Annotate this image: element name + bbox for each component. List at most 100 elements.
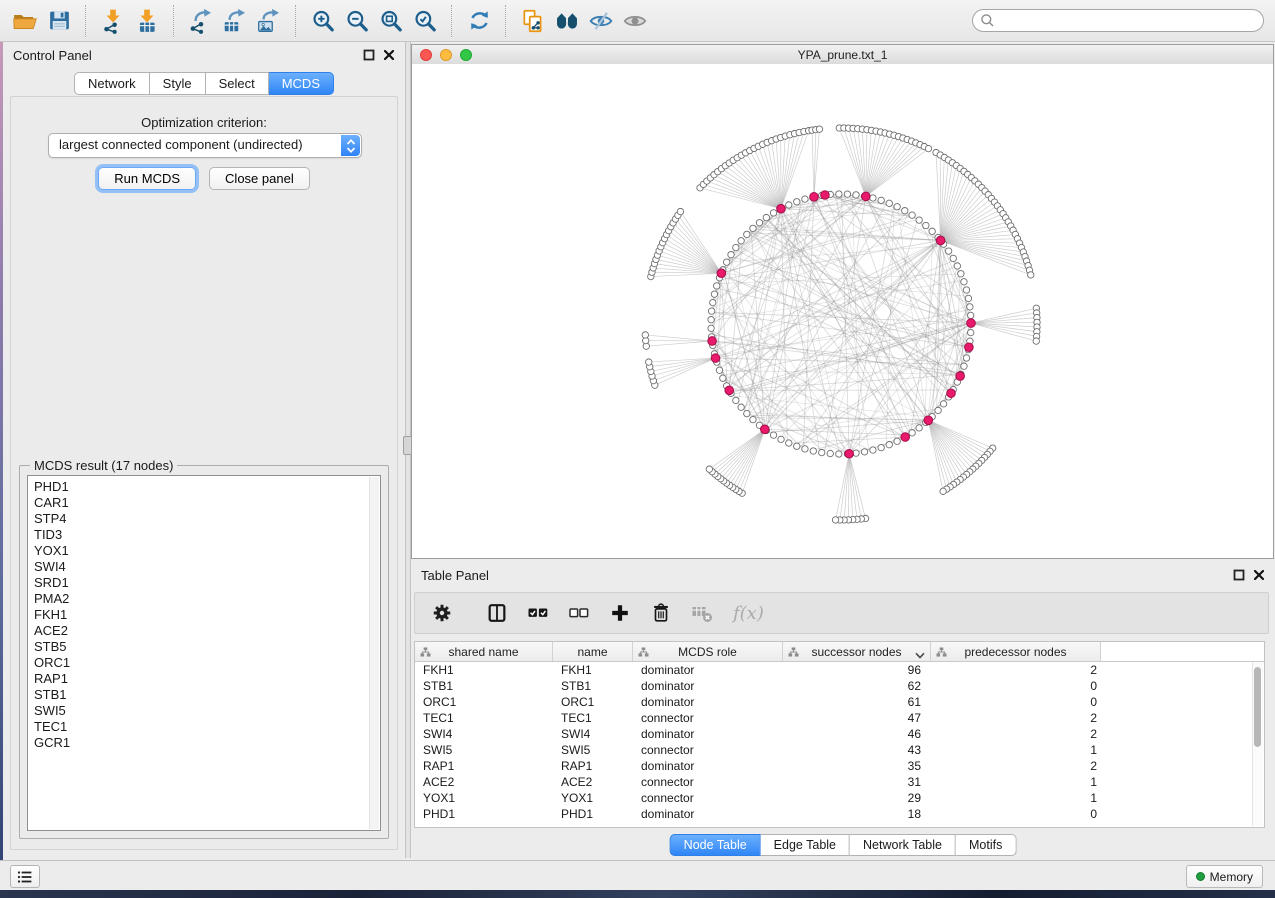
mcds-result-list[interactable]: PHD1 CAR1 STP4 TID3 YOX1 SWI4 SRD1 PMA2: [27, 475, 381, 831]
cell-shared-name[interactable]: RAP1: [415, 758, 553, 774]
float-panel-icon[interactable]: [363, 49, 375, 61]
cell-shared-name[interactable]: YOX1: [415, 790, 553, 806]
table-row[interactable]: SWI4 SWI4 dominator 46 2: [415, 726, 1264, 742]
cell-mcds-role[interactable]: dominator: [633, 806, 783, 822]
cell-name[interactable]: ORC1: [553, 694, 633, 710]
add-column-button[interactable]: [607, 600, 633, 626]
table-panel-tab[interactable]: Node Table: [670, 834, 761, 856]
control-panel-tab[interactable]: MCDS: [269, 72, 334, 95]
cell-shared-name[interactable]: STB1: [415, 678, 553, 694]
cell-mcds-role[interactable]: dominator: [633, 758, 783, 774]
mcds-result-item[interactable]: PMA2: [34, 591, 380, 607]
cell-mcds-role[interactable]: connector: [633, 774, 783, 790]
cell-predecessor-nodes[interactable]: 0: [931, 694, 1101, 710]
cell-mcds-role[interactable]: connector: [633, 742, 783, 758]
column-header[interactable]: successor nodes: [783, 642, 931, 661]
cell-shared-name[interactable]: ORC1: [415, 694, 553, 710]
mcds-result-item[interactable]: ACE2: [34, 623, 380, 639]
maximize-window-light[interactable]: [460, 49, 472, 61]
export-table-button[interactable]: [218, 4, 252, 38]
zoom-selected-button[interactable]: [408, 4, 442, 38]
new-network-from-selection-button[interactable]: [516, 4, 550, 38]
cell-successor-nodes[interactable]: 18: [783, 806, 931, 822]
cell-name[interactable]: ACE2: [553, 774, 633, 790]
cell-name[interactable]: SWI5: [553, 742, 633, 758]
mcds-result-item[interactable]: SRD1: [34, 575, 380, 591]
cell-successor-nodes[interactable]: 61: [783, 694, 931, 710]
table-row[interactable]: ACE2 ACE2 connector 31 1: [415, 774, 1264, 790]
cell-predecessor-nodes[interactable]: 2: [931, 710, 1101, 726]
search-input[interactable]: [995, 13, 1263, 29]
mcds-result-item[interactable]: STP4: [34, 511, 380, 527]
deselect-all-button[interactable]: [566, 600, 592, 626]
close-panel-icon[interactable]: [1253, 569, 1265, 581]
cell-shared-name[interactable]: PHD1: [415, 806, 553, 822]
cell-mcds-role[interactable]: dominator: [633, 678, 783, 694]
cell-successor-nodes[interactable]: 31: [783, 774, 931, 790]
network-search-box[interactable]: [972, 9, 1264, 32]
export-network-button[interactable]: [184, 4, 218, 38]
cell-mcds-role[interactable]: dominator: [633, 726, 783, 742]
task-history-button[interactable]: [10, 865, 40, 888]
table-scrollbar[interactable]: [1252, 662, 1263, 826]
network-view-titlebar[interactable]: YPA_prune.txt_1: [412, 45, 1273, 65]
table-panel-tab[interactable]: Edge Table: [761, 834, 850, 856]
show-all-button[interactable]: [618, 4, 652, 38]
network-graph[interactable]: [412, 64, 1273, 558]
column-header[interactable]: predecessor nodes: [931, 642, 1101, 661]
table-row[interactable]: FKH1 FKH1 dominator 96 2: [415, 662, 1264, 678]
cell-predecessor-nodes[interactable]: 2: [931, 758, 1101, 774]
delete-column-button[interactable]: [648, 600, 674, 626]
cell-successor-nodes[interactable]: 96: [783, 662, 931, 678]
cell-predecessor-nodes[interactable]: 0: [931, 678, 1101, 694]
table-row[interactable]: PHD1 PHD1 dominator 18 0: [415, 806, 1264, 822]
cell-mcds-role[interactable]: dominator: [633, 694, 783, 710]
table-row[interactable]: YOX1 YOX1 connector 29 1: [415, 790, 1264, 806]
find-button[interactable]: [550, 4, 584, 38]
mcds-result-item[interactable]: PHD1: [34, 479, 380, 495]
cell-predecessor-nodes[interactable]: 1: [931, 774, 1101, 790]
table-row[interactable]: TEC1 TEC1 connector 47 2: [415, 710, 1264, 726]
table-panel-tab[interactable]: Network Table: [850, 834, 956, 856]
cell-predecessor-nodes[interactable]: 2: [931, 726, 1101, 742]
cell-predecessor-nodes[interactable]: 2: [931, 662, 1101, 678]
mcds-result-item[interactable]: SWI5: [34, 703, 380, 719]
cell-name[interactable]: TEC1: [553, 710, 633, 726]
mcds-result-item[interactable]: RAP1: [34, 671, 380, 687]
optimization-criterion-select[interactable]: largest connected component (undirected): [48, 133, 362, 158]
cell-shared-name[interactable]: TEC1: [415, 710, 553, 726]
close-panel-icon[interactable]: [383, 49, 395, 61]
column-header[interactable]: MCDS role: [633, 642, 783, 661]
cell-successor-nodes[interactable]: 47: [783, 710, 931, 726]
column-header[interactable]: shared name: [415, 642, 553, 661]
cell-successor-nodes[interactable]: 46: [783, 726, 931, 742]
zoom-out-button[interactable]: [340, 4, 374, 38]
import-table-button[interactable]: [130, 4, 164, 38]
mcds-result-item[interactable]: STB1: [34, 687, 380, 703]
refresh-view-button[interactable]: [462, 4, 496, 38]
cell-name[interactable]: PHD1: [553, 806, 633, 822]
cell-name[interactable]: FKH1: [553, 662, 633, 678]
run-mcds-button[interactable]: Run MCDS: [98, 167, 196, 190]
zoom-fit-button[interactable]: [374, 4, 408, 38]
mcds-result-item[interactable]: STB5: [34, 639, 380, 655]
cell-mcds-role[interactable]: dominator: [633, 662, 783, 678]
table-row[interactable]: STB1 STB1 dominator 62 0: [415, 678, 1264, 694]
cell-predecessor-nodes[interactable]: 0: [931, 806, 1101, 822]
minimize-window-light[interactable]: [440, 49, 452, 61]
column-header[interactable]: name: [553, 642, 633, 661]
mcds-result-item[interactable]: TEC1: [34, 719, 380, 735]
table-scrollbar-thumb[interactable]: [1254, 667, 1261, 747]
table-row[interactable]: ORC1 ORC1 dominator 61 0: [415, 694, 1264, 710]
cell-name[interactable]: YOX1: [553, 790, 633, 806]
close-panel-button[interactable]: Close panel: [209, 167, 310, 190]
select-all-button[interactable]: [525, 600, 551, 626]
cell-mcds-role[interactable]: connector: [633, 790, 783, 806]
cell-predecessor-nodes[interactable]: 1: [931, 790, 1101, 806]
mcds-result-item[interactable]: ORC1: [34, 655, 380, 671]
cell-predecessor-nodes[interactable]: 1: [931, 742, 1101, 758]
network-canvas[interactable]: [412, 64, 1273, 558]
table-settings-button[interactable]: [429, 600, 455, 626]
cell-shared-name[interactable]: SWI4: [415, 726, 553, 742]
cell-name[interactable]: SWI4: [553, 726, 633, 742]
